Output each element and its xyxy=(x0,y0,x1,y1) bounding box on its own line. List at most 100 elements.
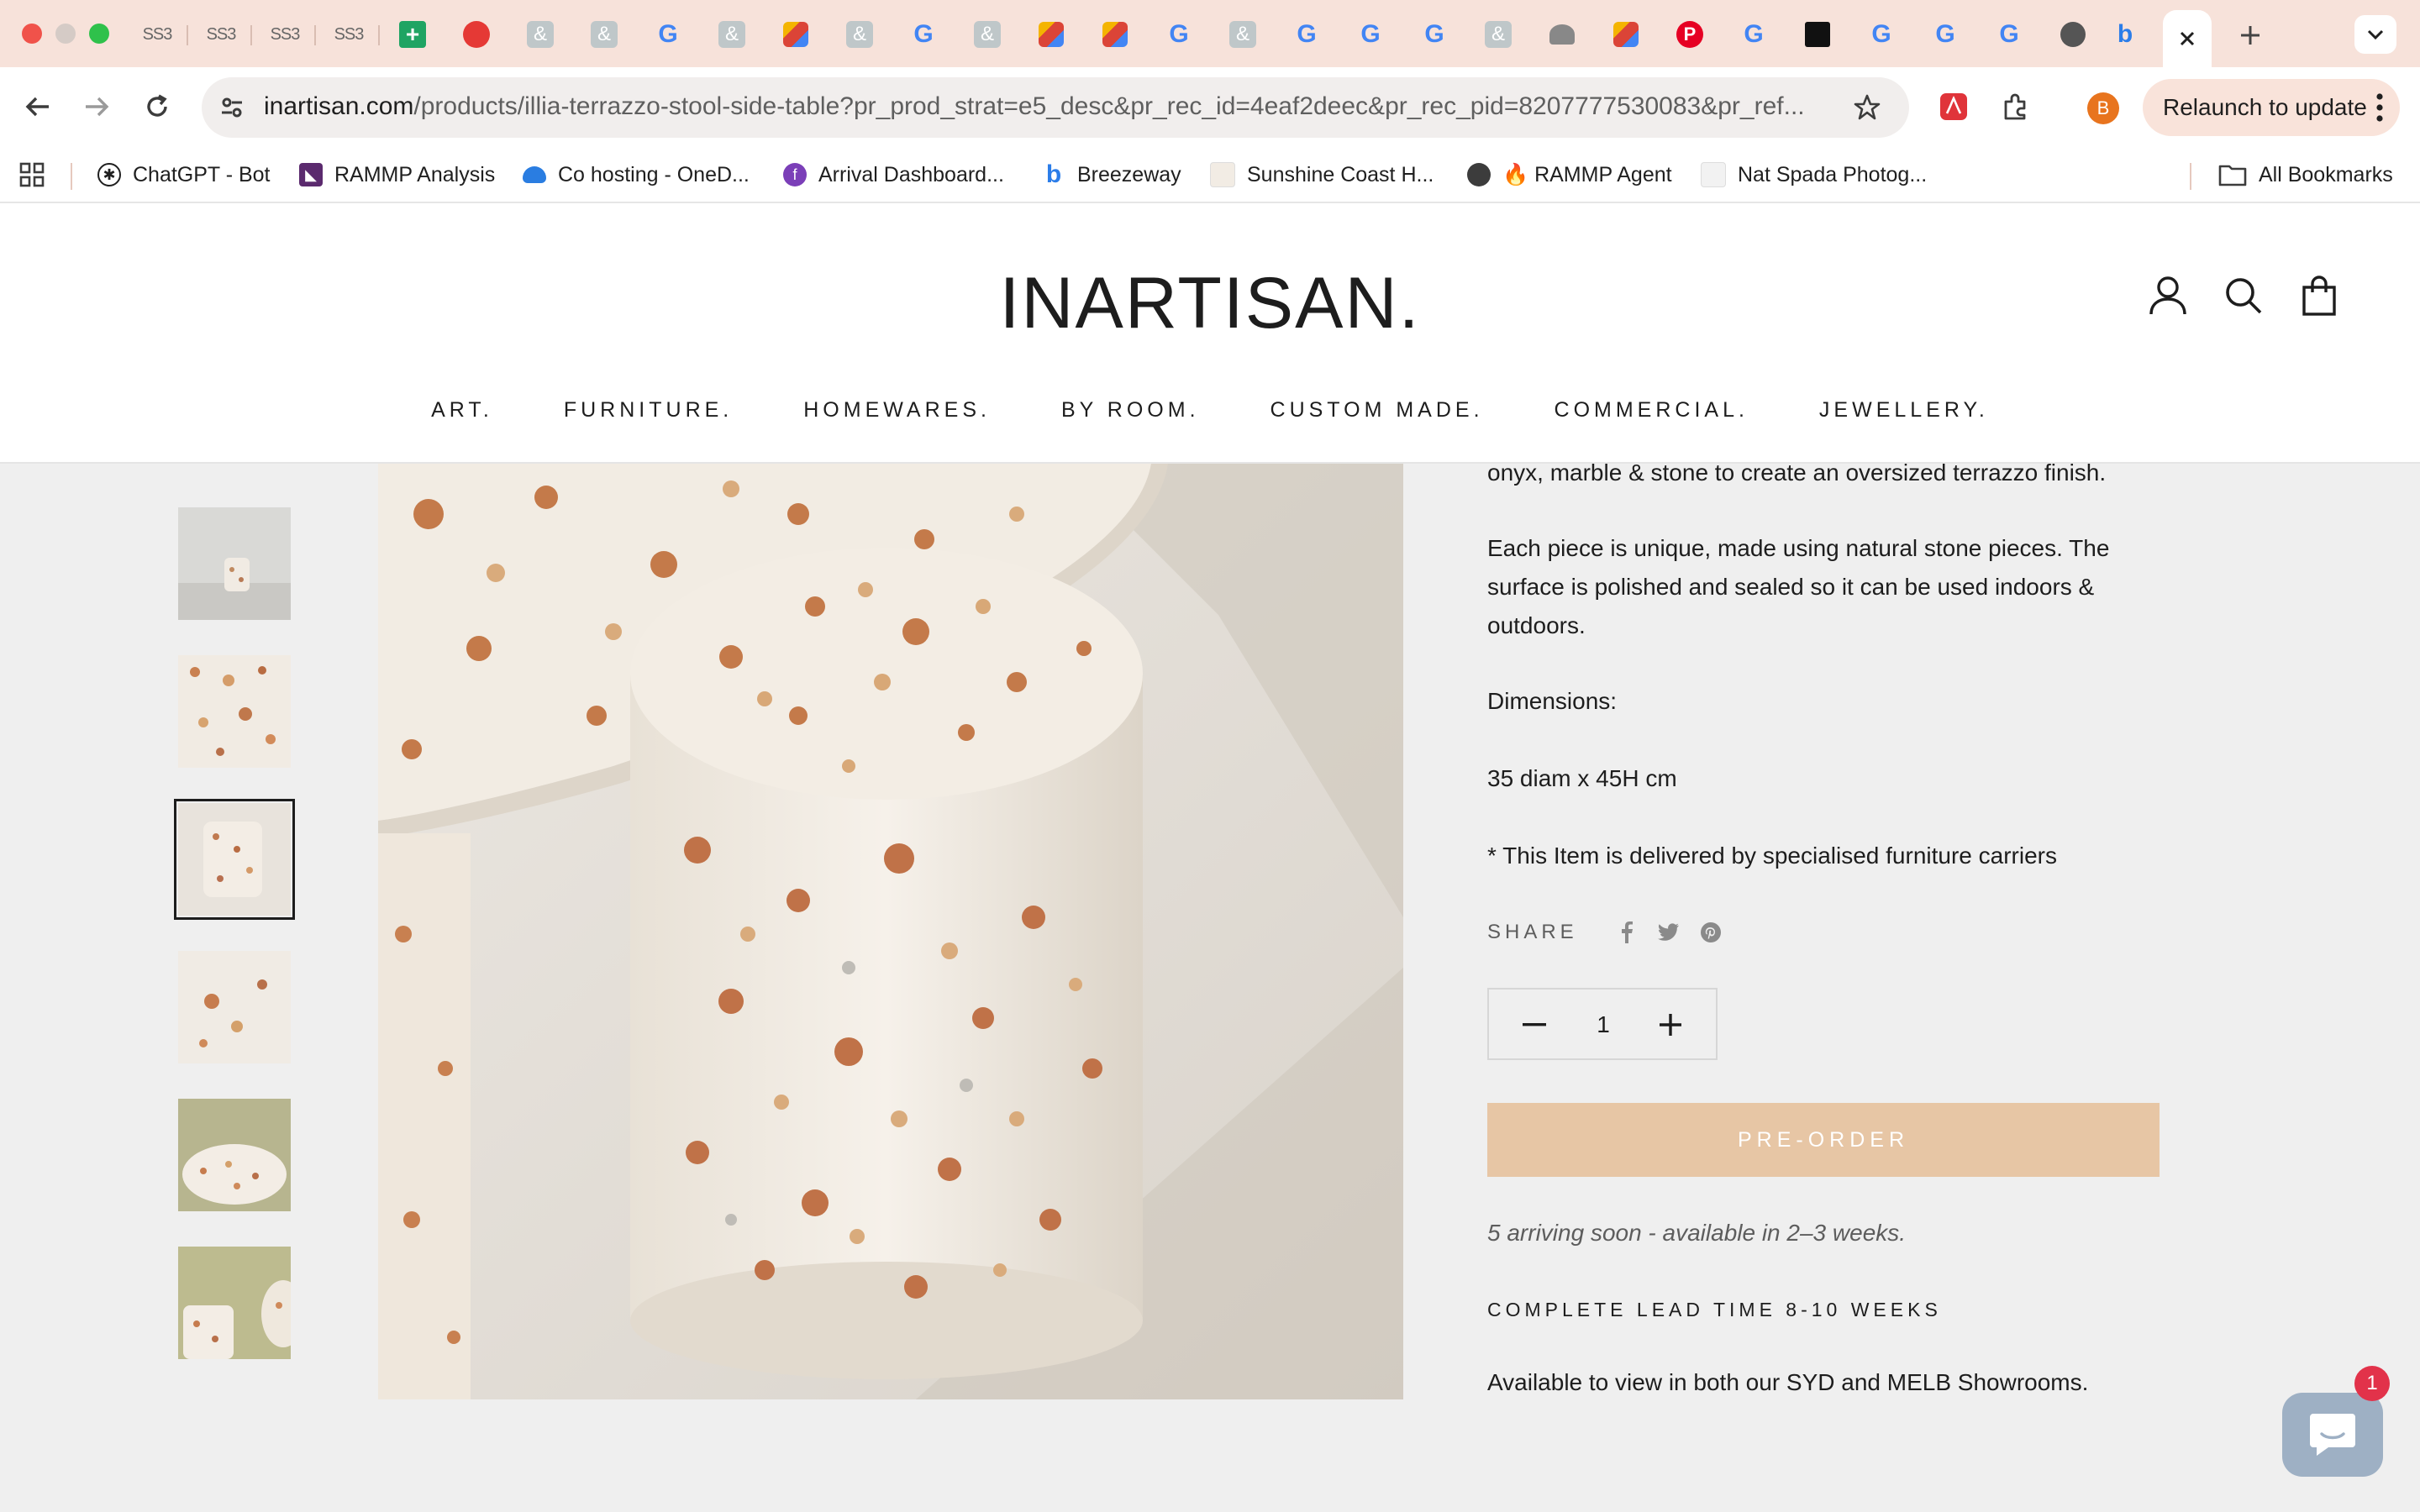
product-thumbnail-selected[interactable] xyxy=(174,799,295,920)
browser-tab[interactable]: & xyxy=(523,17,558,52)
account-button[interactable] xyxy=(2143,270,2193,321)
browser-tab[interactable]: G xyxy=(1353,17,1388,52)
bookmark-rammp-analysis[interactable]: ◣ RAMMP Analysis xyxy=(299,158,495,192)
shopping-bag-icon xyxy=(1613,22,1639,47)
bookmark-label: Arrival Dashboard... xyxy=(818,162,1004,186)
reload-button[interactable] xyxy=(136,86,178,128)
browser-tab[interactable]: & xyxy=(970,17,1005,52)
minimize-window-button[interactable] xyxy=(55,24,76,44)
product-thumbnail[interactable] xyxy=(178,1099,291,1211)
tab-search-button[interactable] xyxy=(2354,15,2396,54)
close-window-button[interactable] xyxy=(22,24,42,44)
browser-tabstrip: SS3 SS3 SS3 SS3 + & & G & & G & G & G G … xyxy=(0,0,2420,67)
browser-tab[interactable] xyxy=(2055,17,2091,52)
bookmark-label: Co hosting - OneD... xyxy=(558,162,750,186)
extensions-menu-button[interactable] xyxy=(1995,86,2037,128)
browser-tab[interactable]: SS3 xyxy=(139,17,175,52)
browser-tab[interactable]: G xyxy=(1289,17,1324,52)
apps-grid-icon xyxy=(19,162,45,187)
browser-tab[interactable]: & xyxy=(1225,17,1260,52)
chat-widget-button[interactable] xyxy=(2282,1393,2383,1477)
cart-button[interactable] xyxy=(2294,270,2344,321)
browser-tab[interactable]: G xyxy=(650,17,686,52)
shopping-bag-icon xyxy=(1102,22,1128,47)
browser-tab[interactable] xyxy=(459,17,494,52)
nav-homewares[interactable]: HOMEWARES. xyxy=(803,398,991,423)
profile-avatar[interactable]: B xyxy=(2087,92,2119,124)
browser-tab[interactable] xyxy=(1544,17,1580,52)
browser-tab[interactable] xyxy=(1608,17,1644,52)
maximize-window-button[interactable] xyxy=(89,24,109,44)
browser-tab[interactable]: + xyxy=(395,17,430,52)
extension-button[interactable] xyxy=(1933,86,1975,128)
site-settings-icon[interactable] xyxy=(213,89,250,126)
twitter-icon[interactable] xyxy=(1657,921,1681,944)
close-icon[interactable] xyxy=(2177,29,2197,49)
forward-button[interactable] xyxy=(76,86,118,128)
bookmark-nat-spada[interactable]: Nat Spada Photog... xyxy=(1701,158,1927,192)
browser-tab[interactable]: G xyxy=(1417,17,1452,52)
delivery-note: * This Item is delivered by specialised … xyxy=(1487,843,2057,869)
browser-tab[interactable]: P xyxy=(1672,17,1707,52)
figure-icon xyxy=(1549,24,1575,45)
black-square-icon xyxy=(1805,22,1830,47)
browser-tab[interactable]: & xyxy=(1481,17,1516,52)
nav-commercial[interactable]: COMMERCIAL. xyxy=(1555,398,1749,423)
browser-tab[interactable] xyxy=(1097,17,1133,52)
search-button[interactable] xyxy=(2218,270,2269,321)
browser-tab[interactable]: b xyxy=(2107,17,2143,52)
arrow-left-icon xyxy=(25,97,49,117)
bookmark-label: ChatGPT - Bot xyxy=(133,162,271,186)
bookmark-chatgpt[interactable]: ✱ ChatGPT - Bot xyxy=(97,158,271,192)
bookmark-co-hosting[interactable]: Co hosting - OneD... xyxy=(523,158,750,192)
bookmark-sunshine-coast[interactable]: Sunshine Coast H... xyxy=(1210,158,1434,192)
bookmark-breezeway[interactable]: b Breezeway xyxy=(1042,158,1181,192)
facebook-icon[interactable] xyxy=(1615,921,1639,944)
quantity-value[interactable]: 1 xyxy=(1565,1011,1642,1038)
site-header: INARTISAN. ART. FURNITURE. HOMEWARES. BY… xyxy=(0,203,2420,464)
browser-tab[interactable]: & xyxy=(587,17,622,52)
decrease-quantity-button[interactable] xyxy=(1514,1005,1555,1045)
product-main-image[interactable] xyxy=(378,464,1403,1399)
browser-tab[interactable]: SS3 xyxy=(267,17,302,52)
browser-tab[interactable]: SS3 xyxy=(331,17,366,52)
browser-tab[interactable]: G xyxy=(1736,17,1771,52)
browser-tab[interactable]: G xyxy=(1864,17,1899,52)
nav-jewellery[interactable]: JEWELLERY. xyxy=(1819,398,1989,423)
browser-tab[interactable]: & xyxy=(714,17,750,52)
nav-custom-made[interactable]: CUSTOM MADE. xyxy=(1270,398,1484,423)
product-thumbnail[interactable] xyxy=(178,1247,291,1359)
nav-art[interactable]: ART. xyxy=(431,398,493,423)
site-logo[interactable]: INARTISAN. xyxy=(0,262,2420,345)
browser-tab[interactable]: SS3 xyxy=(203,17,239,52)
breezeway-icon: b xyxy=(1045,160,1062,188)
all-bookmarks-button[interactable]: All Bookmarks xyxy=(2218,158,2393,192)
nav-by-room[interactable]: BY ROOM. xyxy=(1061,398,1200,423)
url-text[interactable]: inartisan.com/products/illia-terrazzo-st… xyxy=(264,92,1844,121)
address-bar[interactable]: inartisan.com/products/illia-terrazzo-st… xyxy=(202,77,1909,138)
browser-tab[interactable]: G xyxy=(1928,17,1963,52)
browser-tab[interactable]: & xyxy=(842,17,877,52)
product-thumbnail[interactable] xyxy=(178,951,291,1063)
back-button[interactable] xyxy=(17,86,59,128)
apps-button[interactable] xyxy=(18,158,45,192)
browser-tab[interactable]: G xyxy=(1161,17,1197,52)
new-tab-button[interactable] xyxy=(2233,18,2267,52)
browser-tab[interactable] xyxy=(1034,17,1069,52)
nav-furniture[interactable]: FURNITURE. xyxy=(564,398,733,423)
dimensions-value: 35 diam x 45H cm xyxy=(1487,765,1677,791)
relaunch-button[interactable]: Relaunch to update xyxy=(2143,79,2400,136)
browser-tab[interactable] xyxy=(778,17,813,52)
bookmark-arrival-dashboard[interactable]: f Arrival Dashboard... xyxy=(783,158,1004,192)
browser-tab[interactable]: G xyxy=(1991,17,2027,52)
browser-tab[interactable]: G xyxy=(906,17,941,52)
increase-quantity-button[interactable] xyxy=(1650,1005,1691,1045)
product-thumbnail[interactable] xyxy=(178,655,291,768)
browser-tab[interactable] xyxy=(1800,17,1835,52)
bookmark-star-button[interactable] xyxy=(1850,91,1884,124)
active-tab[interactable] xyxy=(2163,10,2212,67)
bookmark-rammp-agent[interactable]: 🔥 RAMMP Agent xyxy=(1467,158,1672,192)
pre-order-button[interactable]: PRE-ORDER xyxy=(1487,1103,2160,1177)
pinterest-icon[interactable] xyxy=(1699,921,1723,944)
product-thumbnail[interactable] xyxy=(178,507,291,620)
